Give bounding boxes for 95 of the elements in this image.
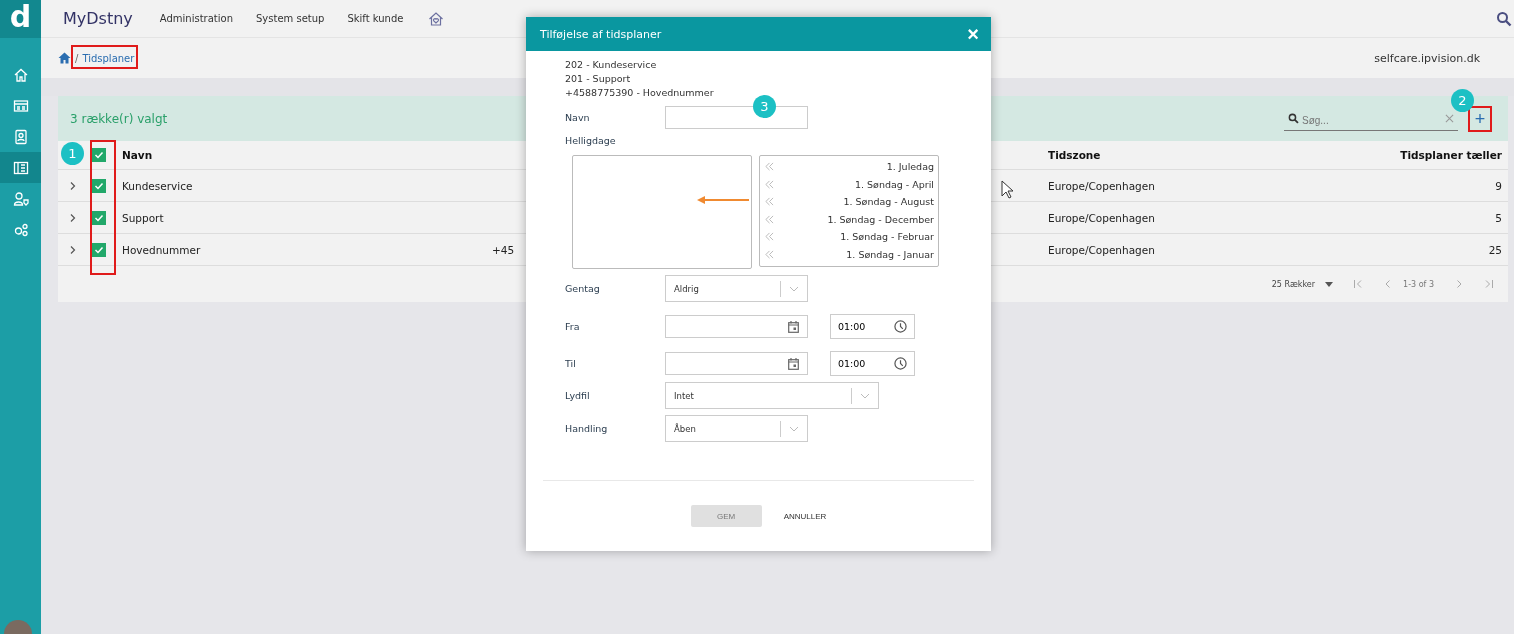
- mouse-cursor-icon: [1001, 180, 1015, 200]
- dialog-title: Tilføjelse af tidsplaner: [540, 27, 662, 41]
- date-field[interactable]: [665, 315, 808, 338]
- check-icon: [94, 212, 104, 223]
- selected-target: 202 - Kundeservice: [565, 58, 658, 72]
- field-label: Gentag: [565, 283, 601, 294]
- checkbox[interactable]: [92, 148, 106, 162]
- chevron-down-icon: [789, 425, 799, 432]
- search-field[interactable]: Søg...: [1284, 110, 1458, 131]
- selected-target: +4588775390 - Hovednummer: [565, 86, 715, 100]
- check-icon: [94, 244, 104, 255]
- calendar-icon[interactable]: [788, 357, 799, 370]
- table-cell-text: Europe/Copenhagen: [1048, 211, 1156, 224]
- page-range: 1-3 of 3: [1403, 279, 1434, 289]
- search-icon[interactable]: [1496, 10, 1512, 27]
- cancel-button[interactable]: ANNULLER: [783, 511, 827, 521]
- id-card-icon: [12, 97, 29, 114]
- table-cell-text: Kundeservice: [122, 179, 194, 192]
- expand-chevron-icon[interactable]: [69, 212, 77, 223]
- time-field[interactable]: 01:00: [830, 314, 915, 339]
- field-label: Lydfil: [565, 390, 591, 401]
- table-cell-text: 5: [1494, 211, 1502, 224]
- selected-holidays-list[interactable]: [572, 155, 752, 269]
- arrow-icon: [697, 196, 749, 204]
- date-field[interactable]: [665, 352, 808, 375]
- double-chevron-icon[interactable]: [765, 162, 774, 172]
- holiday-item[interactable]: 1. Søndag - April: [855, 178, 934, 190]
- holiday-item[interactable]: 1. Søndag - Januar: [846, 248, 934, 260]
- action-select[interactable]: Åben: [665, 415, 808, 442]
- last-page-icon[interactable]: [1484, 279, 1494, 289]
- double-chevron-icon[interactable]: [765, 197, 774, 207]
- contact-icon: [12, 128, 29, 145]
- book-icon: [12, 159, 29, 176]
- house-heart-icon[interactable]: [428, 10, 445, 27]
- checkbox[interactable]: [92, 210, 106, 225]
- repeat-select[interactable]: Aldrig: [665, 275, 808, 302]
- table-cell: +45: [492, 243, 515, 256]
- clock-icon[interactable]: [894, 357, 907, 370]
- sound-file-select[interactable]: Intet: [665, 382, 879, 409]
- column-header[interactable]: Tidszone: [1048, 149, 1302, 161]
- double-chevron-icon[interactable]: [765, 232, 774, 242]
- clear-icon[interactable]: [1445, 113, 1454, 123]
- gears-icon: [12, 221, 29, 238]
- selection-count: 3 række(r) valgt: [70, 111, 168, 126]
- selected-target: 201 - Support: [565, 72, 632, 86]
- field-label: Fra: [565, 321, 581, 332]
- expand-chevron-icon[interactable]: [69, 244, 77, 255]
- nav-link[interactable]: System setup: [256, 13, 325, 24]
- table-cell-text: Europe/Copenhagen: [1048, 179, 1156, 192]
- field-label: Til: [565, 358, 577, 369]
- user-icon: [12, 190, 29, 207]
- clock-icon[interactable]: [894, 320, 907, 333]
- rows-per-page-select[interactable]: 25 Rækker: [1271, 279, 1316, 289]
- calendar-icon[interactable]: [788, 320, 799, 333]
- home-icon: [12, 66, 29, 83]
- column-header[interactable]: Navn: [122, 149, 492, 161]
- checkbox[interactable]: [92, 178, 106, 193]
- double-chevron-icon[interactable]: [765, 179, 774, 189]
- close-button[interactable]: ×: [967, 24, 979, 44]
- table-cell-text: 25: [1487, 243, 1502, 256]
- checkbox[interactable]: [92, 242, 106, 257]
- nav-link[interactable]: Skift kunde: [347, 13, 404, 24]
- caret-icon[interactable]: [1325, 281, 1334, 287]
- sidebar-item[interactable]: [0, 152, 41, 183]
- table-cell-text: Europe/Copenhagen: [1048, 243, 1156, 256]
- field-label: Handling: [565, 423, 609, 434]
- check-icon: [94, 150, 104, 160]
- time-field[interactable]: 01:00: [830, 351, 915, 376]
- search-icon: [1288, 112, 1299, 124]
- table-cell-text: 9: [1494, 179, 1502, 192]
- chevron-down-icon: [860, 392, 870, 399]
- host-name: selfcare.ipvision.dk: [1374, 51, 1480, 65]
- highlight-frame: [71, 45, 138, 69]
- column-header[interactable]: Tidsplaner tæller: [1302, 149, 1502, 161]
- logo[interactable]: d: [0, 0, 41, 38]
- double-chevron-icon[interactable]: [765, 214, 774, 224]
- breadcrumb-link[interactable]: Tidsplaner: [82, 52, 135, 64]
- table-cell-text: Hovednummer: [122, 243, 202, 256]
- chevron-down-icon: [789, 285, 799, 292]
- holiday-item[interactable]: 1. Søndag - December: [827, 213, 934, 225]
- nav-link[interactable]: Administration: [159, 13, 233, 24]
- first-page-icon[interactable]: [1353, 279, 1364, 289]
- holiday-item[interactable]: 1. Juledag: [886, 161, 934, 173]
- field-label: Navn: [565, 112, 591, 123]
- field-label: Helligdage: [565, 135, 617, 146]
- table-cell-text: Support: [122, 211, 165, 224]
- next-page-icon[interactable]: [1454, 279, 1464, 289]
- holiday-item[interactable]: 1. Søndag - Februar: [840, 231, 934, 243]
- expand-chevron-icon[interactable]: [69, 180, 77, 191]
- brand-name: MyDstny: [63, 9, 133, 28]
- check-icon: [94, 180, 104, 191]
- breadcrumb-separator: /: [75, 52, 79, 64]
- home-icon[interactable]: [58, 52, 71, 64]
- double-chevron-icon[interactable]: [765, 249, 774, 259]
- holiday-item[interactable]: 1. Søndag - August: [843, 196, 934, 208]
